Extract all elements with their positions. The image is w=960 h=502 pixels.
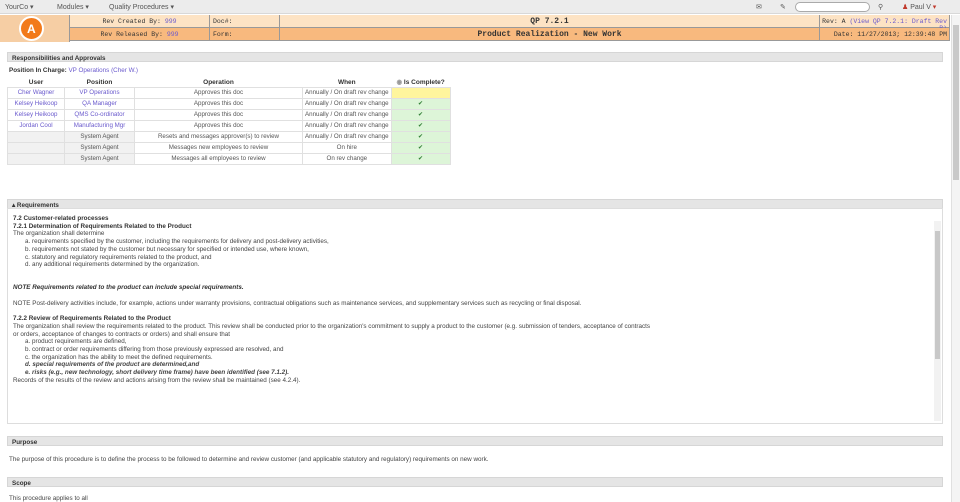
requirement-item: a. product requirements are defined, [25, 338, 127, 346]
cell-user[interactable]: Cher Wagner [7, 86, 65, 99]
cell-user [7, 152, 65, 165]
doc-title: Product Realization - New Work [280, 28, 820, 41]
user-label: Paul V [910, 4, 931, 11]
rev-info: Rev: A (View QP 7.2.1: Draft Rev B) [820, 15, 950, 32]
help-icon[interactable]: ◉ [396, 79, 402, 86]
top-nav: YourCo ▾ Modules ▾ Quality Procedures ▾ … [0, 0, 960, 14]
cell-when: Annually / On draft rev change [302, 97, 392, 110]
brand-label: YourCo [5, 4, 29, 11]
cell-position[interactable]: System Agent [64, 141, 135, 154]
requirement-item: b. requirements not stated by the custom… [25, 245, 309, 253]
cell-done: ✔ [390, 152, 451, 165]
quality-label: Quality Procedures [109, 4, 169, 11]
approval-row: System Agent Resets and messages approver… [7, 130, 451, 143]
position-in-charge: Position In Charge: VP Operations (Cher … [9, 67, 139, 74]
cell-when: Annually / On draft rev change [302, 86, 392, 99]
header-row-2: Rev Released By: 999 Form: Product Reali… [70, 28, 950, 41]
cell-position[interactable]: Manufacturing Mgr [64, 119, 135, 132]
cell-position[interactable]: VP Operations [64, 86, 135, 99]
scope-header: Scope [7, 477, 943, 487]
cell-op: Messages all employees to review [134, 152, 303, 165]
cell-done: ✔ [390, 119, 451, 132]
doc-label: Doc#: [210, 15, 280, 28]
purpose-text: The purpose of this procedure is to defi… [9, 456, 489, 463]
col-complete: ◉ Is Complete? [396, 79, 445, 87]
responsibilities-header: Responsibilities and Approvals [7, 52, 943, 62]
requirements-text: 7.2 Customer-related processes 7.2.1 Det… [8, 209, 935, 424]
cell-user[interactable]: Kelsey Heikoop [7, 108, 65, 121]
pencil-icon[interactable]: ✎ [780, 3, 786, 11]
cell-done: ✔ [390, 108, 451, 121]
cell-user[interactable]: Jordan Cool [7, 119, 65, 132]
user-menu[interactable]: ♟ Paul V ▾ [902, 3, 936, 11]
page-scrollbar[interactable] [951, 15, 960, 502]
released-by: Rev Released By: 999 [70, 28, 210, 41]
created-by: Rev Created By: 999 [70, 15, 210, 28]
cell-when: Annually / On draft rev change [302, 108, 392, 121]
cell-op: Approves this doc [134, 86, 303, 99]
requirement-item: b. contract or order requirements differ… [25, 345, 284, 353]
rev-date: Date: 11/27/2013; 12:39:48 PM [820, 28, 950, 41]
col-operation: Operation [203, 78, 234, 86]
company-logo: A [0, 15, 70, 42]
cell-user [7, 130, 65, 143]
cell-when: On hire [302, 141, 392, 154]
col-when: When [337, 78, 356, 86]
cell-op: Resets and messages approver(s) to revie… [134, 130, 303, 143]
requirement-item: c. the organization has the ability to m… [25, 353, 213, 361]
cell-done [390, 86, 451, 99]
col-user: User [28, 78, 44, 86]
approval-row: System Agent Messages new employees to re… [7, 141, 451, 154]
cell-when: On rev change [302, 152, 392, 165]
approval-row: Kelsey Heikoop QMS Co-ordinator Approves t… [7, 108, 451, 121]
requirement-item: d. special requirements of the product a… [25, 361, 200, 369]
cell-op: Approves this doc [134, 119, 303, 132]
doc-number: QP 7.2.1 [280, 15, 820, 28]
approval-row: Jordan Cool Manufacturing Mgr Approves thi… [7, 119, 451, 132]
approval-row: System Agent Messages all employees to re… [7, 152, 451, 165]
purpose-header: Purpose [7, 436, 943, 446]
cell-position[interactable]: QMS Co-ordinator [64, 108, 135, 121]
requirements-scrollbar[interactable] [934, 221, 941, 421]
modules-label: Modules [57, 4, 84, 11]
cell-done: ✔ [390, 130, 451, 143]
mail-icon[interactable]: ✉ [756, 3, 762, 11]
cell-op: Approves this doc [134, 108, 303, 121]
cell-op: Approves this doc [134, 97, 303, 110]
form-label: Form: [210, 28, 280, 41]
search-input[interactable] [795, 2, 870, 12]
requirements-panel: 7.2 Customer-related processes 7.2.1 Det… [7, 208, 943, 424]
approvals-table: User Position Operation When ◉ Is Comple… [7, 78, 451, 165]
requirement-item: e. risks (e.g., new technology, short de… [25, 369, 289, 377]
cell-user[interactable]: Kelsey Heikoop [7, 97, 65, 110]
cell-op: Messages new employees to review [134, 141, 303, 154]
cell-position[interactable]: QA Manager [64, 97, 135, 110]
cell-when: Annually / On draft rev change [302, 130, 392, 143]
cell-done: ✔ [390, 141, 451, 154]
cell-when: Annually / On draft rev change [302, 119, 392, 132]
approval-row: Cher Wagner VP Operations Approves this do… [7, 86, 451, 99]
cell-user [7, 141, 65, 154]
quality-menu[interactable]: Quality Procedures ▾ [109, 3, 174, 11]
requirement-item: c. statutory and regulatory requirements… [25, 253, 212, 261]
search-icon[interactable]: ⚲ [878, 3, 883, 11]
cell-position[interactable]: System Agent [64, 152, 135, 165]
cell-position[interactable]: System Agent [64, 130, 135, 143]
modules-menu[interactable]: Modules ▾ [57, 3, 89, 11]
brand-menu[interactable]: YourCo ▾ [5, 3, 34, 11]
requirement-item: d. any additional requirements determine… [25, 261, 200, 269]
approval-row: Kelsey Heikoop QA Manager Approves this do… [7, 97, 451, 110]
scope-text: This procedure applies to all [9, 495, 88, 502]
col-position: Position [86, 78, 113, 86]
header-row-1: Rev Created By: 999 Doc#: QP 7.2.1 Rev: … [70, 15, 950, 32]
requirement-item: a. requirements specified by the custome… [25, 238, 329, 246]
cell-done: ✔ [390, 97, 451, 110]
